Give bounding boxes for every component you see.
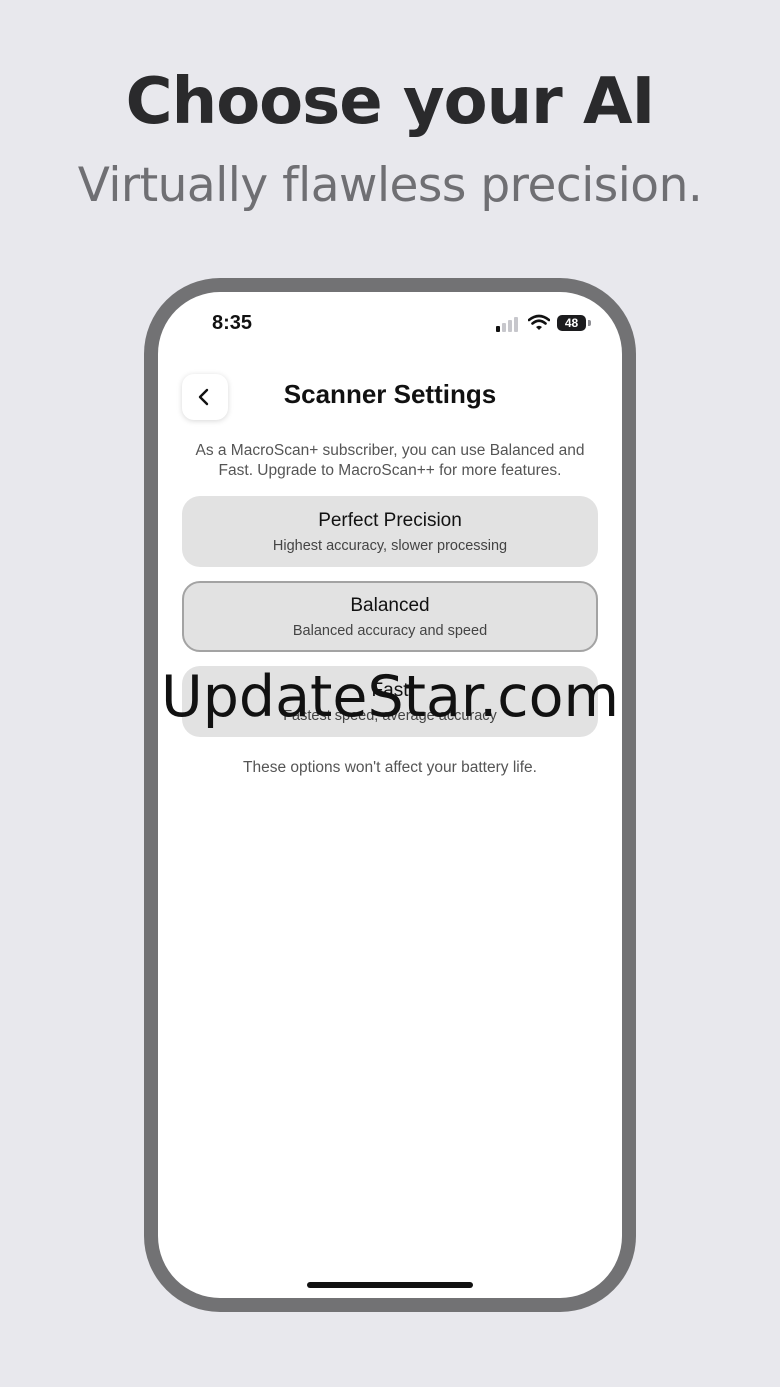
option-title: Perfect Precision: [318, 510, 462, 531]
subscription-description: As a MacroScan+ subscriber, you can use …: [195, 442, 585, 479]
option-title: Balanced: [350, 595, 430, 616]
wifi-icon: [528, 314, 550, 330]
option-balanced[interactable]: Balanced Balanced accuracy and speed: [182, 581, 598, 652]
battery-icon: 48: [557, 315, 586, 331]
battery-cap: [588, 320, 591, 326]
promo-subheadline: Virtually flawless precision.: [77, 158, 703, 213]
status-time: 8:35: [212, 312, 253, 334]
home-indicator: [307, 1282, 473, 1288]
promo-headline: Choose your AI: [125, 65, 656, 139]
option-subtitle: Highest accuracy, slower processing: [272, 538, 508, 554]
watermark: UpdateStar.com: [161, 664, 619, 730]
battery-note: These options won't affect your battery …: [243, 759, 537, 776]
option-subtitle: Balanced accuracy and speed: [292, 623, 488, 639]
phone-screen: 8:35 48 Scanner Settings As a MacroScan+…: [158, 292, 622, 1298]
screen-title: Scanner Settings: [283, 379, 497, 409]
cellular-signal-icon: [496, 316, 520, 332]
option-perfect-precision[interactable]: Perfect Precision Highest accuracy, slow…: [182, 496, 598, 567]
